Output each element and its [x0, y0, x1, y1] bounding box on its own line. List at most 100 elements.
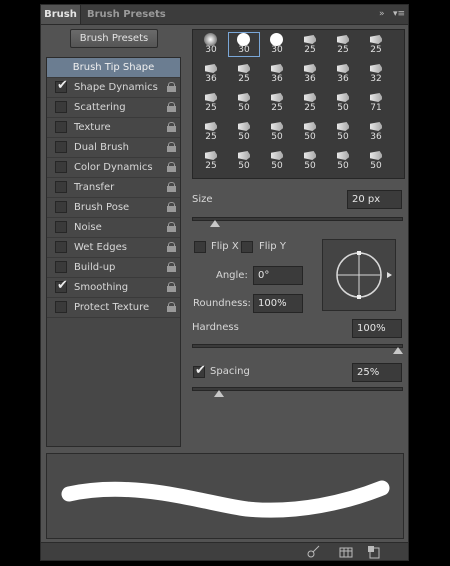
angle-field[interactable]: 0° — [253, 266, 303, 285]
size-slider-handle[interactable] — [210, 220, 221, 227]
brush-tip-preset[interactable]: 25 — [294, 32, 326, 57]
brush-tip-preset[interactable]: 25 — [195, 119, 227, 144]
flip-y-checkbox[interactable] — [241, 241, 253, 253]
lock-icon[interactable] — [167, 202, 176, 212]
lock-icon[interactable] — [167, 222, 176, 232]
sidebar-item-checkbox[interactable] — [55, 241, 67, 253]
lock-icon[interactable] — [167, 162, 176, 172]
flip-x-checkbox[interactable] — [194, 241, 206, 253]
brush-presets-button[interactable]: Brush Presets — [70, 29, 158, 48]
lock-icon[interactable] — [167, 302, 176, 312]
roundness-field[interactable]: 100% — [253, 294, 303, 313]
angle-label: Angle: — [216, 270, 248, 281]
sidebar-item-checkbox[interactable]: ✔ — [55, 78, 68, 93]
sidebar-item-protect-texture[interactable]: Protect Texture — [47, 298, 180, 318]
lock-icon[interactable] — [167, 102, 176, 112]
lock-icon[interactable] — [167, 182, 176, 192]
lock-icon[interactable] — [167, 122, 176, 132]
brush-tip-preset[interactable]: 25 — [294, 90, 326, 115]
brush-tip-preset[interactable]: 36 — [294, 61, 326, 86]
brush-tip-preset[interactable]: 50 — [327, 119, 359, 144]
brush-tip-preset[interactable]: 50 — [327, 90, 359, 115]
hardness-slider[interactable] — [192, 344, 403, 354]
brush-tip-preset[interactable]: 25 — [360, 32, 392, 57]
sidebar-item-checkbox[interactable] — [55, 301, 67, 313]
brush-tip-preset[interactable]: 30 — [195, 32, 227, 57]
lock-icon[interactable] — [167, 282, 176, 292]
brush-tip-size-label: 50 — [238, 161, 250, 171]
sidebar-item-checkbox[interactable] — [55, 101, 67, 113]
sidebar-item-brush-tip-shape[interactable]: Brush Tip Shape — [47, 58, 180, 78]
brush-tip-preset[interactable]: 50 — [228, 148, 260, 173]
sidebar-item-checkbox[interactable] — [55, 221, 67, 233]
brush-tip-preset[interactable]: 25 — [195, 90, 227, 115]
sidebar-item-transfer[interactable]: Transfer — [47, 178, 180, 198]
toggle-live-tip-icon[interactable] — [306, 545, 320, 559]
sidebar-item-checkbox[interactable]: ✔ — [55, 278, 68, 293]
sidebar-item-scattering[interactable]: Scattering — [47, 98, 180, 118]
brush-tip-size-label: 50 — [304, 161, 316, 171]
sidebar-item-brush-pose[interactable]: Brush Pose — [47, 198, 180, 218]
tab-brush[interactable]: Brush — [41, 5, 81, 24]
spacing-slider[interactable] — [192, 387, 403, 397]
spacing-slider-handle[interactable] — [214, 390, 225, 397]
panel-menu-icon[interactable]: ▾≡ — [392, 7, 406, 21]
sidebar-item-color-dynamics[interactable]: Color Dynamics — [47, 158, 180, 178]
brush-tip-preset[interactable]: 50 — [261, 119, 293, 144]
brush-tip-preset[interactable]: 25 — [261, 90, 293, 115]
lock-icon[interactable] — [167, 142, 176, 152]
brush-tip-size-label: 50 — [304, 132, 316, 142]
brush-tip-preset[interactable]: 25 — [327, 32, 359, 57]
brush-tip-preset[interactable]: 36 — [261, 61, 293, 86]
brush-tip-preset[interactable]: 30 — [228, 32, 260, 57]
lock-icon[interactable] — [167, 82, 176, 92]
brush-tip-preset[interactable]: 50 — [294, 119, 326, 144]
size-slider[interactable] — [192, 217, 403, 227]
sidebar-item-checkbox[interactable] — [55, 181, 67, 193]
brush-tip-preset[interactable]: 50 — [327, 148, 359, 173]
sidebar-item-shape-dynamics[interactable]: ✔ Shape Dynamics — [47, 78, 180, 98]
sidebar-item-checkbox[interactable] — [55, 141, 67, 153]
grid-view-icon[interactable] — [339, 545, 353, 559]
sidebar-item-label: Smoothing — [74, 282, 129, 293]
sidebar-item-dual-brush[interactable]: Dual Brush — [47, 138, 180, 158]
brush-tip-shape-icon — [238, 122, 250, 131]
brush-tip-preset[interactable]: 50 — [261, 148, 293, 173]
brush-tip-preset[interactable]: 50 — [294, 148, 326, 173]
brush-tip-preset[interactable]: 71 — [360, 90, 392, 115]
angle-compass-icon[interactable] — [323, 240, 395, 310]
brush-tip-preset[interactable]: 50 — [228, 90, 260, 115]
lock-icon[interactable] — [167, 242, 176, 252]
brush-tip-preset[interactable]: 50 — [228, 119, 260, 144]
sidebar-item-checkbox[interactable] — [55, 201, 67, 213]
sidebar-item-checkbox[interactable] — [55, 261, 67, 273]
sidebar-item-texture[interactable]: Texture — [47, 118, 180, 138]
sidebar-item-build-up[interactable]: Build-up — [47, 258, 180, 278]
brush-tip-grid[interactable]: 30 30 30 25 25 25 36 25 36 36 36 32 25 50 25 25 50 71 25 50… — [192, 29, 405, 179]
hardness-slider-handle[interactable] — [393, 347, 403, 354]
brush-tip-preset[interactable]: 36 — [327, 61, 359, 86]
spacing-field[interactable]: 25% — [352, 363, 402, 382]
collapse-icon[interactable]: » — [375, 7, 389, 21]
angle-roundness-widget[interactable] — [322, 239, 396, 311]
sidebar-item-checkbox[interactable] — [55, 121, 67, 133]
lock-icon[interactable] — [167, 262, 176, 272]
sidebar-item-wet-edges[interactable]: Wet Edges — [47, 238, 180, 258]
hardness-field[interactable]: 100% — [352, 319, 402, 338]
tab-brush-presets[interactable]: Brush Presets — [87, 5, 166, 24]
brush-tip-size-label: 25 — [205, 103, 217, 113]
brush-tip-preset[interactable]: 50 — [360, 148, 392, 173]
sidebar-item-checkbox[interactable] — [55, 161, 67, 173]
brush-tip-shape-icon — [337, 35, 349, 44]
brush-tip-preset[interactable]: 30 — [261, 32, 293, 57]
brush-tip-preset[interactable]: 36 — [195, 61, 227, 86]
brush-tip-preset[interactable]: 25 — [195, 148, 227, 173]
sidebar-item-noise[interactable]: Noise — [47, 218, 180, 238]
spacing-checkbox[interactable]: ✔ — [193, 363, 206, 378]
sidebar-item-smoothing[interactable]: ✔ Smoothing — [47, 278, 180, 298]
size-field[interactable]: 20 px — [347, 190, 402, 209]
brush-tip-preset[interactable]: 25 — [228, 61, 260, 86]
brush-tip-preset[interactable]: 32 — [360, 61, 392, 86]
brush-tip-preset[interactable]: 36 — [360, 119, 392, 144]
create-new-brush-icon[interactable] — [367, 545, 381, 559]
